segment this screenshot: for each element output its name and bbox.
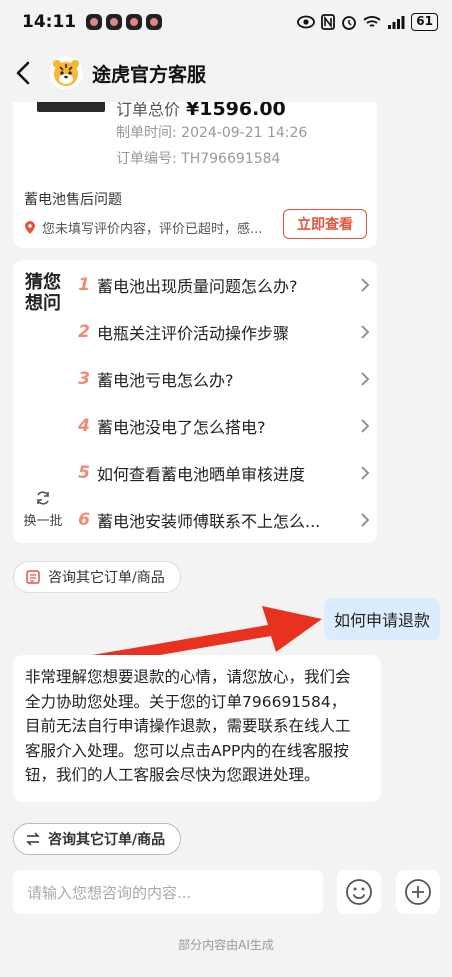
question-text: 蓄电池亏电怎么办?	[97, 371, 234, 390]
product-image	[37, 102, 105, 112]
nfc-icon	[321, 14, 336, 30]
suggested-question-1[interactable]: 1 蓄电池出现质量问题怎么办?	[75, 265, 371, 305]
suggested-questions-card: 猜您 想问 换一批 1 蓄电池出现质量问题怎么办? 2 电瓶关注评价活动操作步骤…	[13, 260, 377, 543]
question-text: 蓄电池没电了怎么搭电?	[97, 418, 266, 437]
question-text: 如何查看蓄电池晒单审核进度	[97, 465, 306, 484]
question-number: 3	[78, 369, 90, 389]
wifi-icon	[363, 16, 381, 27]
chevron-right-icon	[361, 419, 370, 433]
question-number: 5	[78, 463, 90, 483]
question-number: 1	[78, 275, 90, 295]
chevron-right-icon	[361, 513, 370, 527]
issue-title: 蓄电池售后问题	[24, 192, 122, 208]
order-created-time: 制单时间: 2024-09-21 14:26	[116, 125, 308, 141]
bot-message-bubble: 非常理解您想要退款的心情，请您放心，我们会 全力协助您处理。关于您的订单7966…	[13, 655, 381, 802]
bot-message-line: 全力协助您处理。关于您的订单796691584，	[25, 692, 347, 711]
suggested-question-2[interactable]: 2 电瓶关注评价活动操作步骤	[75, 312, 371, 352]
other-orders-label: 咨询其它订单/商品	[48, 570, 165, 586]
chat-header: 途虎官方客服	[0, 44, 452, 102]
refresh-button[interactable]: 换一批	[19, 490, 67, 529]
question-text: 蓄电池安装师傅联系不上怎么...	[97, 512, 321, 531]
other-orders-label: 咨询其它订单/商品	[48, 832, 166, 848]
notification-icon	[86, 14, 103, 30]
order-total-label: 订单总价	[116, 102, 181, 119]
message-input[interactable]: 请输入您想咨询的内容...	[13, 870, 323, 914]
order-total: 订单总价 ¥1596.00	[116, 102, 286, 120]
emoji-icon	[346, 879, 372, 905]
bot-message-line: 目前无法自行申请操作退款，需要联系在线人工	[25, 717, 351, 735]
notification-icons	[86, 14, 163, 30]
question-number: 4	[78, 416, 90, 436]
suggested-title-line1: 猜您	[25, 272, 61, 293]
order-card[interactable]: 订单总价 ¥1596.00 制单时间: 2024-09-21 14:26 订单编…	[13, 102, 377, 248]
chevron-right-icon	[361, 372, 370, 386]
avatar	[48, 55, 84, 91]
suggested-question-5[interactable]: 5 如何查看蓄电池晒单审核进度	[75, 453, 371, 493]
suggested-question-6[interactable]: 6 蓄电池安装师傅联系不上怎么...	[75, 500, 371, 540]
alarm-icon	[342, 16, 357, 30]
suggested-question-3[interactable]: 3 蓄电池亏电怎么办?	[75, 359, 371, 399]
more-button[interactable]	[396, 870, 440, 914]
emoji-button[interactable]	[337, 870, 381, 914]
other-orders-chip[interactable]: 咨询其它订单/商品	[13, 823, 181, 855]
bot-message-line: 客服介入处理。您可以点击APP内的在线客服按	[25, 741, 349, 760]
order-number: 订单编号: TH796691584	[116, 151, 281, 167]
notification-icon	[126, 14, 143, 30]
status-right: 61	[297, 13, 438, 31]
tiger-mascot-icon	[53, 60, 79, 86]
suggested-question-4[interactable]: 4 蓄电池没电了怎么搭电?	[75, 406, 371, 446]
order-list-icon	[26, 570, 40, 584]
status-time: 14:11	[22, 12, 77, 32]
bot-message-line: 钮，我们的人工客服会尽快为您跟进处理。	[25, 766, 320, 784]
status-bar: 14:11 61	[0, 0, 452, 44]
suggested-title-line2: 想问	[25, 293, 61, 314]
notification-icon	[146, 14, 163, 30]
view-now-button[interactable]: 立即查看	[283, 209, 367, 239]
bot-message-line: 非常理解您想要退款的心情，请您放心，我们会	[25, 668, 351, 686]
question-text: 蓄电池出现质量问题怎么办?	[97, 277, 298, 296]
page-title: 途虎官方客服	[92, 63, 207, 86]
question-number: 2	[78, 322, 90, 342]
signal-icon	[388, 16, 405, 29]
chevron-right-icon	[361, 466, 370, 480]
user-message-bubble: 如何申请退款	[323, 598, 440, 640]
suggested-questions-title: 猜您 想问	[23, 272, 63, 314]
battery-level: 61	[411, 13, 438, 31]
swap-icon	[26, 832, 40, 846]
review-notice-text: 您未填写评价内容，评价已超时，感...	[42, 222, 263, 237]
question-text: 电瓶关注评价活动操作步骤	[97, 324, 290, 343]
refresh-icon	[37, 491, 49, 505]
location-pin-icon	[25, 220, 35, 234]
question-number: 6	[78, 510, 90, 530]
review-notice: 您未填写评价内容，评价已超时，感...	[24, 218, 262, 237]
eye-icon	[297, 15, 316, 29]
chevron-right-icon	[361, 325, 370, 339]
notification-icon	[106, 14, 123, 30]
order-total-price: ¥1596.00	[186, 102, 286, 120]
back-icon[interactable]	[10, 58, 36, 88]
other-orders-chip[interactable]: 咨询其它订单/商品	[13, 561, 181, 593]
plus-icon	[405, 879, 431, 905]
chevron-right-icon	[361, 278, 370, 292]
refresh-label: 换一批	[23, 514, 63, 529]
ai-generated-note: 部分内容由AI生成	[178, 938, 274, 952]
